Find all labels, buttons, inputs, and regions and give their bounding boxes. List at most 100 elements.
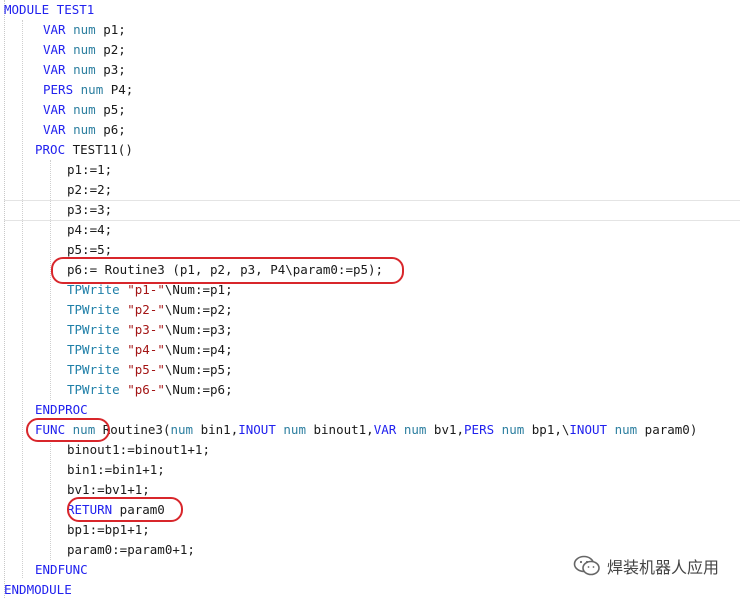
code-token: VAR xyxy=(43,62,66,77)
code-token: num xyxy=(80,82,104,97)
code-line[interactable]: p1:=1; xyxy=(67,160,112,180)
code-line[interactable]: TPWrite "p4-"\Num:=p4; xyxy=(67,340,233,360)
code-line[interactable]: ENDPROC xyxy=(35,400,88,420)
code-line[interactable]: ENDMODULE xyxy=(4,580,72,598)
code-token: TPWrite xyxy=(67,362,120,377)
code-token: bin1:=bin1+1; xyxy=(67,462,165,477)
code-token: p1; xyxy=(95,22,126,37)
code-token: "p5-" xyxy=(127,362,165,377)
code-token: num xyxy=(403,422,427,437)
code-editor[interactable]: MODULE TEST1 VAR num p1; VAR num p2; VAR nu… xyxy=(0,0,741,598)
code-token: num xyxy=(501,422,525,437)
current-line-highlight xyxy=(4,200,740,221)
indent-guide xyxy=(50,160,52,400)
code-line[interactable]: VAR num p2; xyxy=(43,40,126,60)
code-token: num xyxy=(614,422,638,437)
code-line[interactable]: PERS num P4; xyxy=(43,80,133,100)
code-token: \Num:=p4; xyxy=(164,342,233,357)
code-token: \Num:=p3; xyxy=(164,322,233,337)
code-token: PERS xyxy=(43,82,74,97)
code-line[interactable]: ENDFUNC xyxy=(35,560,88,580)
code-token: VAR xyxy=(43,102,66,117)
code-line[interactable]: bin1:=bin1+1; xyxy=(67,460,165,480)
code-token: binout1:=binout1+1; xyxy=(67,442,210,457)
code-line[interactable]: PROC TEST11() xyxy=(35,140,133,160)
code-token: "p3-" xyxy=(127,322,165,337)
code-token: TEST11() xyxy=(65,142,133,157)
code-line[interactable]: p2:=2; xyxy=(67,180,112,200)
highlight-oval-return xyxy=(67,497,183,522)
watermark-text: 焊装机器人应用 xyxy=(606,558,719,577)
code-token: p5:=5; xyxy=(67,242,113,257)
code-token: ENDPROC xyxy=(35,402,88,417)
code-line[interactable]: VAR num p5; xyxy=(43,100,126,120)
highlight-oval-routine-call xyxy=(51,257,404,284)
code-token: \Num:=p5; xyxy=(164,362,233,377)
code-line[interactable]: MODULE TEST1 xyxy=(4,0,94,20)
code-token: p3:=3; xyxy=(67,202,113,217)
code-token: num xyxy=(73,42,96,57)
code-token: TPWrite xyxy=(67,382,120,397)
code-line[interactable]: TPWrite "p6-"\Num:=p6; xyxy=(67,380,233,400)
code-token: MODULE TEST1 xyxy=(4,2,95,17)
code-line[interactable]: VAR num p1; xyxy=(43,20,126,40)
code-token: "p2-" xyxy=(127,302,165,317)
code-token: \Num:=p2; xyxy=(164,302,233,317)
code-token: p4:=4; xyxy=(67,222,113,237)
code-token: VAR xyxy=(43,42,66,57)
code-line[interactable]: VAR num p6; xyxy=(43,120,126,140)
code-line[interactable]: p3:=3; xyxy=(67,200,112,220)
code-token: param0:=param0+1; xyxy=(67,542,195,557)
code-line[interactable]: p4:=4; xyxy=(67,220,112,240)
code-token: binout1, xyxy=(305,422,374,437)
code-line[interactable]: bp1:=bp1+1; xyxy=(67,520,150,540)
indent-guide xyxy=(22,20,24,578)
code-line[interactable]: TPWrite "p2-"\Num:=p2; xyxy=(67,300,233,320)
code-token: P4; xyxy=(103,82,134,97)
code-line[interactable]: TPWrite "p5-"\Num:=p5; xyxy=(67,360,233,380)
code-token: num xyxy=(73,22,96,37)
code-token: bp1:=bp1+1; xyxy=(67,522,150,537)
code-line[interactable]: TPWrite "p3-"\Num:=p3; xyxy=(67,320,233,340)
code-line[interactable]: FUNC num Routine3(num bin1,INOUT num bin… xyxy=(35,420,697,440)
editor-gutter xyxy=(4,0,6,598)
code-line[interactable]: VAR num p3; xyxy=(43,60,126,80)
indent-guide xyxy=(50,440,52,560)
code-token: num xyxy=(73,62,96,77)
code-token: num xyxy=(170,422,194,437)
code-token: VAR xyxy=(373,422,397,437)
code-line[interactable]: param0:=param0+1; xyxy=(67,540,195,560)
code-token: \Num:=p6; xyxy=(164,382,233,397)
code-token: INOUT xyxy=(569,422,608,437)
code-token: PERS xyxy=(464,422,495,437)
code-token: "p1-" xyxy=(127,282,165,297)
code-token: \Num:=p1; xyxy=(164,282,233,297)
code-token: TPWrite xyxy=(67,342,120,357)
code-token: TPWrite xyxy=(67,302,120,317)
code-token: num xyxy=(73,122,96,137)
code-token: TPWrite xyxy=(67,282,120,297)
wechat-icon xyxy=(573,555,600,576)
code-token: p6; xyxy=(95,122,126,137)
watermark: 焊装机器人应用 xyxy=(573,554,719,578)
highlight-oval-func-num xyxy=(26,418,110,442)
code-token: "p6-" xyxy=(127,382,165,397)
code-token: num xyxy=(73,102,96,117)
code-token: bp1,\ xyxy=(524,422,570,437)
code-line[interactable]: binout1:=binout1+1; xyxy=(67,440,210,460)
code-token: bv1:=bv1+1; xyxy=(67,482,150,497)
code-token: bv1, xyxy=(426,422,465,437)
code-token: p3; xyxy=(95,62,126,77)
code-token: param0) xyxy=(637,422,698,437)
code-token: num xyxy=(283,422,306,437)
code-token: PROC xyxy=(35,142,66,157)
code-token: bin1, xyxy=(193,422,239,437)
